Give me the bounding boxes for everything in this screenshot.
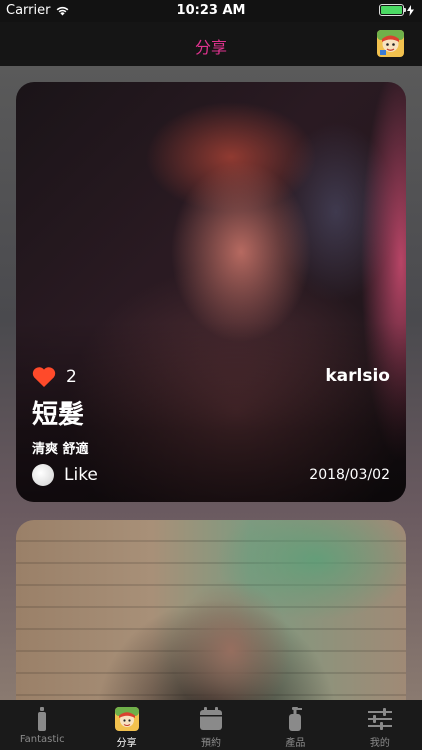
- likes-count: 2: [66, 366, 77, 387]
- product-bottle-icon: [289, 707, 303, 731]
- likes-counter: 2: [32, 366, 77, 387]
- tab-share[interactable]: 分享: [84, 700, 168, 750]
- status-bar: Carrier 10:23 AM: [0, 0, 422, 22]
- tab-products[interactable]: 產品: [253, 700, 337, 750]
- mascot-avatar-icon[interactable]: [377, 30, 404, 57]
- post-card[interactable]: 2 karlsio 短髮 清爽 舒適 Like 2018/03/02: [16, 82, 406, 502]
- tab-bar: Fantastic 分享 預約 產品 我的: [0, 700, 422, 750]
- post-card[interactable]: [16, 520, 406, 700]
- tab-label: Fantastic: [19, 734, 65, 745]
- share-feed[interactable]: 2 karlsio 短髮 清爽 舒適 Like 2018/03/02: [0, 66, 422, 700]
- battery-icon: [379, 4, 406, 16]
- bottle-icon: [38, 707, 47, 731]
- post-title: 短髮: [32, 400, 85, 430]
- tab-booking[interactable]: 預約: [169, 700, 253, 750]
- post-tags: 清爽 舒適: [32, 442, 89, 457]
- heart-icon: [32, 367, 56, 387]
- sliders-icon: [367, 708, 392, 730]
- tab-label: 預約: [201, 738, 222, 749]
- tab-fantastic[interactable]: Fantastic: [0, 700, 84, 750]
- post-author[interactable]: karlsio: [325, 366, 390, 386]
- tab-label: 分享: [116, 738, 137, 749]
- mascot-icon: [114, 707, 139, 731]
- clock: 10:23 AM: [176, 3, 246, 18]
- like-label: Like: [64, 465, 98, 485]
- post-photo[interactable]: [16, 520, 406, 700]
- post-date: 2018/03/02: [309, 467, 390, 483]
- tab-profile[interactable]: 我的: [338, 700, 422, 750]
- battery-group: [379, 4, 414, 16]
- nav-bar: 分享: [0, 22, 422, 66]
- like-toggle-icon[interactable]: [32, 464, 54, 486]
- like-button[interactable]: Like: [32, 464, 98, 486]
- tab-label: 產品: [285, 738, 306, 749]
- calendar-icon: [200, 707, 223, 730]
- tab-label: 我的: [369, 738, 390, 749]
- charging-bolt-icon: [407, 4, 414, 16]
- page-title: 分享: [194, 38, 227, 57]
